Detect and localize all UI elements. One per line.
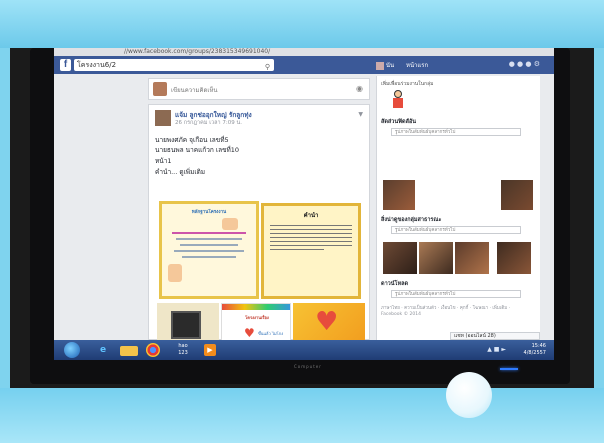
group-post: แจ้ม ลูกช่ออุกใหญ่ รักลูกทุ่ง 26 กรกฎาคม… — [148, 104, 370, 340]
clock-date: 4/8/2557 — [523, 350, 546, 356]
photo-thumbnail[interactable] — [383, 242, 417, 274]
right-sidebar: เพิ่มเพื่อนร่วมงานในกลุ่ม สัดส่วนฟิดส์อั… — [376, 76, 540, 340]
profile-link[interactable]: นัน — [376, 60, 394, 70]
search-icon[interactable]: ⚲ — [265, 61, 270, 73]
certificate-image[interactable]: หลักฐานโครงงาน — [159, 201, 259, 299]
post-line: หน้า1 — [155, 157, 172, 165]
photo-of-monitor: //www.facebook.com/groups/23831534969104… — [10, 48, 594, 388]
chrome-icon[interactable] — [146, 343, 160, 357]
post-line: นายธนพล นาคแก้วก เลขที่10 — [155, 146, 240, 154]
clock-time: 15:46 — [531, 343, 546, 349]
certificate-title: หลักฐานโครงงาน — [191, 210, 227, 215]
person-head — [394, 90, 402, 98]
heart-icon: ♥ — [315, 307, 339, 337]
search-input[interactable]: โครงงาน6/2 ⚲ — [74, 59, 274, 71]
hao123-icon[interactable]: hao 123 — [174, 343, 192, 357]
home-link[interactable]: หน้าแรก — [406, 60, 428, 70]
photo-thumbnail[interactable] — [419, 242, 453, 274]
decorative-bubble — [446, 372, 492, 418]
internet-explorer-icon[interactable]: e — [94, 343, 112, 357]
monitor-bezel: //www.facebook.com/groups/23831534969104… — [30, 48, 570, 384]
chevron-down-icon[interactable]: ▼ — [358, 111, 363, 118]
video-frame-top — [0, 0, 604, 48]
power-led — [500, 368, 518, 370]
notification-icons[interactable]: ● ● ● ⚙ — [509, 60, 540, 68]
avatar — [376, 61, 384, 70]
sidebar-input[interactable]: รูปภาพในสัมพันธ์บุคลากรทั่วไป — [391, 226, 521, 234]
windows-taskbar: e hao 123 ▶ ▲ ■ ► 15:46 4/8/2557 — [54, 340, 554, 360]
system-tray-icons[interactable]: ▲ ■ ► — [487, 346, 506, 353]
poster-title: โครงงานเรื่อง — [245, 315, 269, 320]
sidebar-footer[interactable]: ภาษาไทย · ความเป็นส่วนตัว · เงื่อนไข · ค… — [381, 306, 531, 318]
cartoon-figure-icon — [222, 218, 238, 230]
poster-thumbnail[interactable]: โครงงานเรื่อง ♥ ขึ้นแล้ว ไม่โกง — [221, 303, 291, 340]
video-frame-bottom — [0, 388, 604, 443]
facebook-logo-icon[interactable]: f — [60, 59, 71, 71]
preface-text-lines — [268, 222, 354, 253]
cartoon-figure-icon — [168, 264, 182, 282]
folder-icon[interactable] — [120, 346, 138, 356]
sidebar-input[interactable]: รูปภาพในสัมพันธ์บุคลากรทั่วไป — [391, 128, 521, 136]
preface-title: คำนำ — [303, 212, 319, 219]
see-more-link[interactable]: คำนำ... ดูเพิ่มเติม — [155, 167, 205, 177]
post-line: นายพงศภัค จุเกือน เลขที่5 — [155, 136, 229, 144]
heart-icon: ♥ — [244, 326, 255, 340]
address-bar[interactable]: //www.facebook.com/groups/23831534969104… — [54, 48, 554, 56]
poster-subtitle: ขึ้นแล้ว ไม่โกง — [258, 331, 284, 336]
facebook-top-bar: f โครงงาน6/2 ⚲ นัน หน้าแรก ● ● ● ⚙ — [54, 56, 554, 74]
monitor-brand-label: Computer — [294, 364, 322, 369]
chat-bar[interactable]: แชท (ออนไลน์ 28) — [450, 332, 540, 340]
photo-thumbnail[interactable] — [455, 242, 489, 274]
post-date[interactable]: 26 กรกฎาคม เวลา 7:09 น. — [175, 119, 242, 127]
comment-composer[interactable]: เขียนความคิดเห็น ◉ — [148, 78, 370, 100]
sidebar-section-title: สัดส่วนฟิดส์อัน — [381, 119, 417, 125]
photo-thumbnail[interactable] — [157, 303, 219, 340]
browser-screen: //www.facebook.com/groups/23831534969104… — [54, 48, 554, 340]
sidebar-section-title: ดาวน์โหลด — [381, 281, 409, 287]
avatar — [153, 82, 167, 96]
preface-image[interactable]: คำนำ — [261, 203, 361, 299]
profile-name: นัน — [385, 62, 395, 69]
media-player-icon[interactable]: ▶ — [204, 344, 216, 356]
tablet-photo — [171, 311, 201, 339]
cartoon-person-icon — [391, 90, 405, 112]
person-body — [393, 98, 403, 108]
start-button[interactable] — [64, 342, 80, 358]
photo-thumbnail[interactable] — [497, 242, 531, 274]
avatar[interactable] — [155, 110, 171, 126]
sidebar-header[interactable]: เพิ่มเพื่อนร่วมงานในกลุ่ม — [381, 80, 433, 88]
photo-thumbnail[interactable] — [383, 180, 415, 210]
certificate-text-lines — [166, 228, 252, 262]
poster-banner — [222, 304, 290, 310]
clock[interactable]: 15:46 4/8/2557 — [524, 343, 546, 357]
sidebar-section-title: สิ่งน่าดูของกลุ่มสาธารณะ — [381, 217, 442, 223]
composer-placeholder: เขียนความคิดเห็น — [171, 87, 218, 94]
search-input-value: โครงงาน6/2 — [77, 61, 117, 69]
camera-icon[interactable]: ◉ — [356, 84, 363, 93]
left-column — [54, 74, 144, 340]
sidebar-input[interactable]: รูปภาพในสัมพันธ์บุคลากรทั่วไป — [391, 290, 521, 298]
poster-thumbnail[interactable]: ♥ — [293, 303, 365, 340]
photo-thumbnail[interactable] — [501, 180, 533, 210]
